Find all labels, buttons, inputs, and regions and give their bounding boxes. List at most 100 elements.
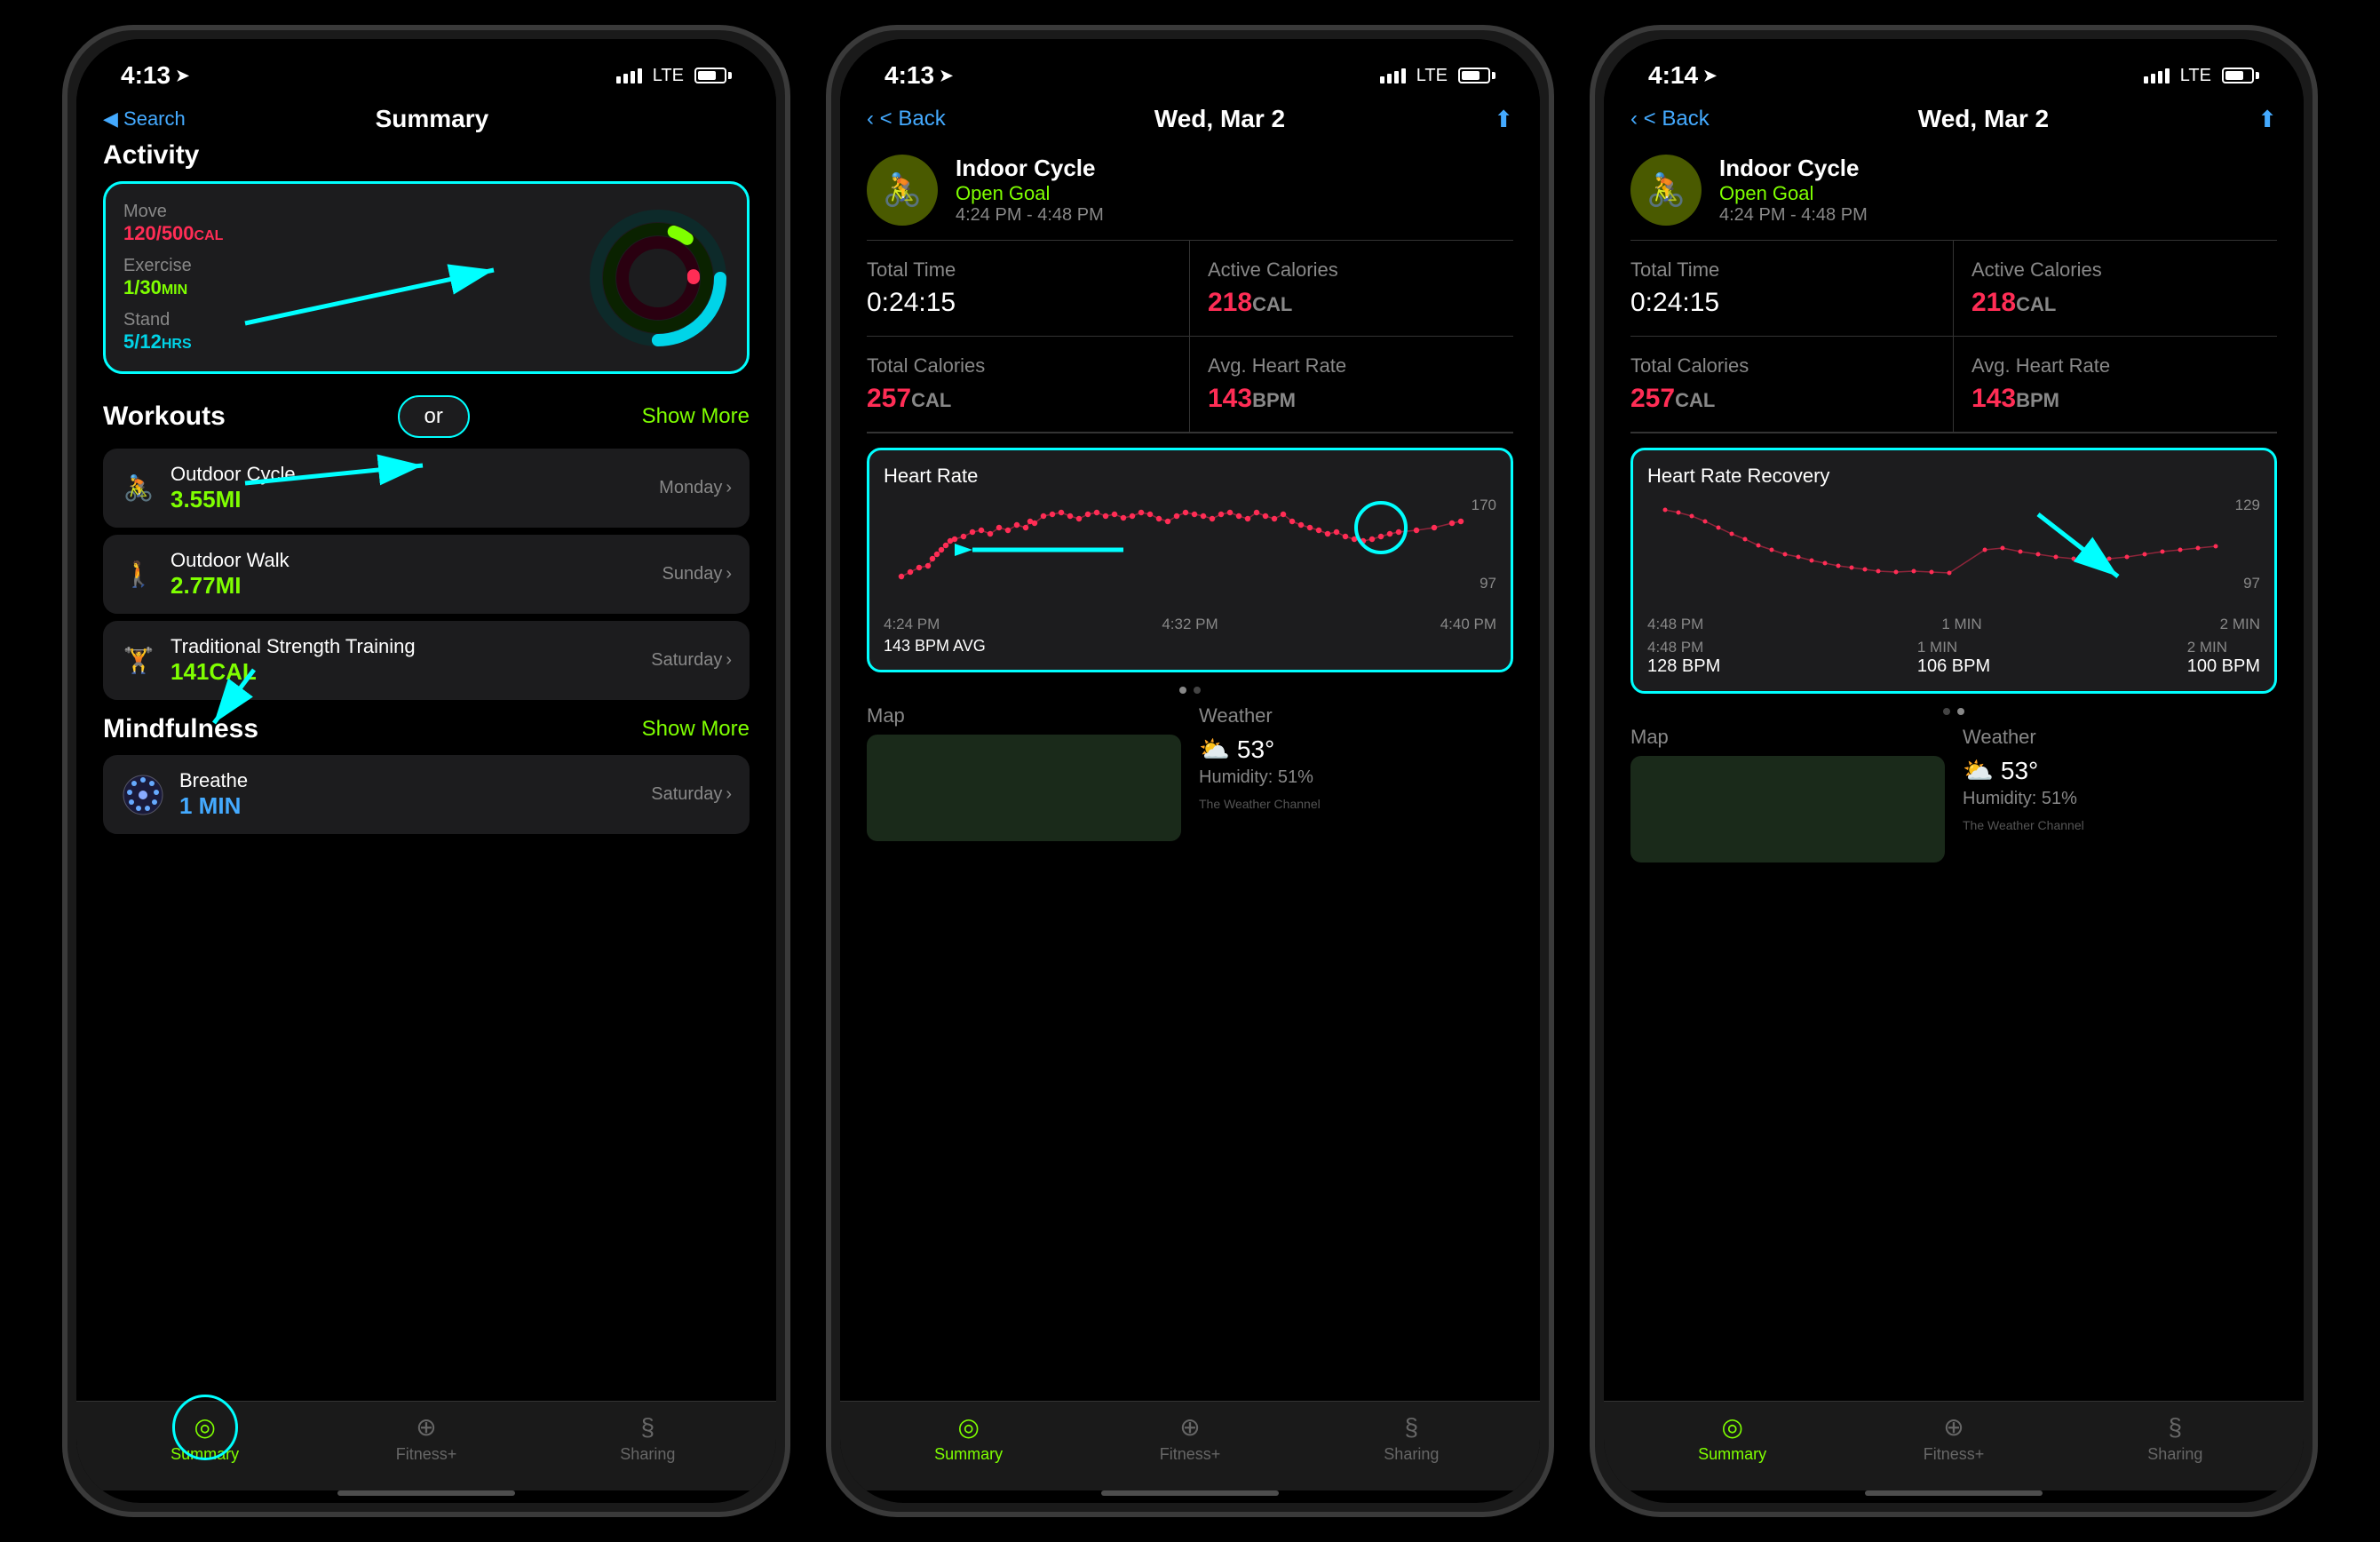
location-arrow-icon-2: ➤ [940,67,953,85]
phone-3: 4:14 ➤ LTE ‹ < Back [1590,25,2318,1517]
battery-icon-2 [1458,68,1495,83]
workout-header-icon-2: 🚴 [867,155,938,226]
chart-area-3: 129 97 [1647,497,2260,612]
move-stat: Move 120/500CAL [123,202,223,245]
workout-type-2: Indoor Cycle [956,155,1513,182]
stat-active-cal-3: Active Calories 218CAL [1954,241,2277,337]
stat-total-time-label-2: Total Time [867,258,1171,282]
workout-header-3: 🚴 Indoor Cycle Open Goal 4:24 PM - 4:48 … [1630,140,2277,241]
workouts-show-more[interactable]: Show More [642,404,750,429]
mindfulness-value-0: 1 MIN [179,792,637,820]
dot-1-2 [1179,687,1186,694]
share-button-3[interactable]: ⬆ [2257,106,2277,133]
activity-title: Activity [103,140,199,171]
tab-sharing-3[interactable]: § Sharing [2065,1413,2286,1464]
mindfulness-day-0: Saturday › [651,784,732,805]
status-bar-2: 4:13 ➤ LTE [840,39,1540,101]
home-indicator-3 [1865,1490,2043,1496]
workout-item-1[interactable]: 🚶 Outdoor Walk 2.77MI Sunday › [103,535,750,614]
weather-title-3: Weather [1963,726,2277,749]
tab-summary-1[interactable]: ◎ Summary [94,1412,315,1464]
workout-value-1: 2.77MI [171,572,647,600]
tab-bar-3: ◎ Summary ⊕ Fitness+ § Sharing [1604,1401,2304,1490]
tab-fitness-1[interactable]: ⊕ Fitness+ [315,1412,536,1464]
tab-sharing-2[interactable]: § Sharing [1301,1413,1522,1464]
stat-active-cal-label-2: Active Calories [1208,258,1513,282]
status-right-3: LTE [2144,66,2259,86]
workout-detail-2: 🚴 Indoor Cycle Open Goal 4:24 PM - 4:48 … [840,140,1540,1401]
nav-title-3: Wed, Mar 2 [1710,105,2257,133]
status-time-1: 4:13 ➤ [121,61,189,90]
sharing-tab-label-3: Sharing [2147,1445,2202,1464]
map-weather-row-2: Map Weather ⛅ 53° Humidity: 51% The Weat… [867,704,1513,841]
mindfulness-header: Mindfulness Show More [103,714,750,744]
weather-channel-3: The Weather Channel [1963,818,2277,832]
mindfulness-item-0[interactable]: Breathe 1 MIN Saturday › [103,755,750,834]
location-arrow-icon-3: ➤ [1703,67,1717,85]
status-bar-3: 4:14 ➤ LTE [1604,39,2304,101]
tab-summary-2[interactable]: ◎ Summary [858,1412,1079,1464]
fitness-tab-icon: ⊕ [416,1412,436,1442]
workout-item-0[interactable]: 🚴 Outdoor Cycle 3.55MI Monday › [103,449,750,528]
stat-total-cal-label-2: Total Calories [867,354,1171,378]
activity-section-header: Activity [103,140,750,171]
exercise-label: Exercise [123,256,223,276]
or-container: or [398,395,470,438]
mindfulness-show-more[interactable]: Show More [642,717,750,742]
tab-fitness-3[interactable]: ⊕ Fitness+ [1843,1412,2064,1464]
stat-avg-hr-3: Avg. Heart Rate 143BPM [1954,337,2277,433]
hrr-values-row: 4:48 PM 128 BPM 1 MIN 106 BPM 2 MIN 100 … [1647,639,2260,677]
tab-fitness-2[interactable]: ⊕ Fitness+ [1079,1412,1300,1464]
lte-label: LTE [653,66,684,86]
chart-area-2: 170 97 [884,497,1496,612]
summary-tab-icon-3: ◎ [1721,1412,1742,1442]
fitness-tab-icon-2: ⊕ [1179,1412,1200,1442]
weather-temp-2: 53° [1237,735,1274,764]
nav-title-1: Summary [186,105,678,133]
weather-icon-3: ⛅ [1963,756,1994,785]
back-button-2[interactable]: ‹ < Back [867,107,946,131]
status-right-1: LTE [616,66,732,86]
chart-min-3: 97 [2243,575,2260,592]
workout-value-0: 3.55MI [171,486,645,513]
activity-card: Move 120/500CAL Exercise 1/30MIN [103,181,750,374]
fitness-tab-icon-3: ⊕ [1943,1412,1964,1442]
breathe-icon [121,773,165,817]
map-title-2: Map [867,704,1181,727]
pagination-dots-3 [1630,708,2277,715]
status-right-2: LTE [1380,66,1495,86]
share-button-2[interactable]: ⬆ [1494,106,1513,133]
dot-2-3 [1957,708,1964,715]
stat-total-cal-value-2: 257CAL [867,381,1171,414]
weather-temp-row-2: ⛅ 53° [1199,735,1513,764]
stat-avg-hr-label-2: Avg. Heart Rate [1208,354,1513,378]
workout-header-icon-3: 🚴 [1630,155,1702,226]
workout-name-2: Traditional Strength Training [171,635,637,658]
stat-total-time-3: Total Time 0:24:15 [1630,241,1954,337]
workout-header-info-3: Indoor Cycle Open Goal 4:24 PM - 4:48 PM [1719,155,2277,226]
lte-label-3: LTE [2180,66,2211,86]
summary-screen: Activity Move 120/500CAL Exercise [76,140,776,1401]
chart-title-2: Heart Rate [884,465,1496,488]
workout-info-2: Traditional Strength Training 141CAL [171,635,637,686]
workout-item-2[interactable]: 🏋 Traditional Strength Training 141CAL S… [103,621,750,700]
search-back[interactable]: ◀ Search [103,107,186,131]
workout-time-range-2: 4:24 PM - 4:48 PM [956,205,1513,226]
mindfulness-info-0: Breathe 1 MIN [179,769,637,820]
weather-info-2: ⛅ 53° Humidity: 51% The Weather Channel [1199,735,1513,811]
back-button-3[interactable]: ‹ < Back [1630,107,1710,131]
weather-temp-3: 53° [2001,757,2038,785]
tab-summary-3[interactable]: ◎ Summary [1622,1412,1843,1464]
tab-sharing-1[interactable]: § Sharing [537,1413,758,1464]
exercise-stat: Exercise 1/30MIN [123,256,223,299]
workout-goal-2: Open Goal [956,182,1513,205]
chart-avg-2: 143 BPM AVG [884,637,1496,656]
dot-2-2 [1194,687,1201,694]
sharing-tab-icon-3: § [2169,1413,2183,1442]
status-bar-1: 4:13 ➤ LTE [76,39,776,101]
home-indicator-1 [337,1490,515,1496]
chart-max-2: 170 [1472,497,1496,514]
workout-header-2: 🚴 Indoor Cycle Open Goal 4:24 PM - 4:48 … [867,140,1513,241]
battery-icon-1 [694,68,732,83]
or-button[interactable]: or [398,395,470,438]
